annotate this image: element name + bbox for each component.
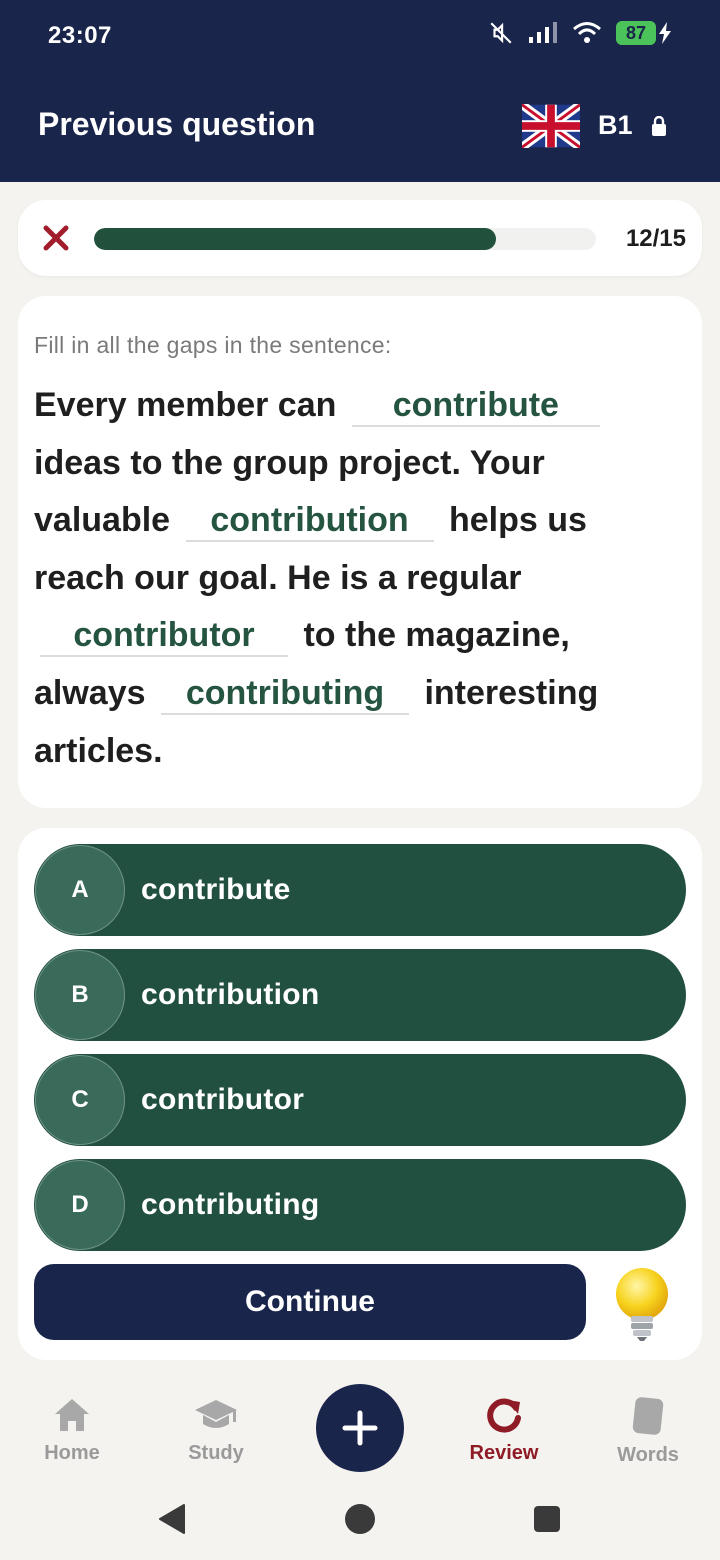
continue-row: Continue: [34, 1264, 686, 1344]
nav-label: Words: [617, 1444, 679, 1466]
question-counter: 12/15: [625, 225, 686, 252]
wifi-icon: [573, 22, 601, 43]
uk-flag-icon[interactable]: [522, 104, 580, 148]
header: 23:07 87 Previous question B1: [0, 0, 720, 182]
gap-4[interactable]: contributing: [160, 673, 409, 715]
level-badge[interactable]: B1: [598, 110, 633, 141]
option-letter: A: [35, 845, 125, 935]
options-card: A contribute B contribution C contributo…: [18, 828, 702, 1360]
charging-icon: [659, 22, 671, 44]
option-a[interactable]: A contribute: [34, 844, 686, 936]
signal-icon: [529, 22, 557, 43]
lightbulb-hint-icon[interactable]: [612, 1266, 672, 1342]
gap-1[interactable]: contribute: [351, 385, 600, 427]
progress-card: 12/15: [18, 200, 702, 276]
home-circle-icon[interactable]: [343, 1502, 377, 1536]
close-icon[interactable]: [42, 224, 70, 252]
nav-home[interactable]: Home: [12, 1396, 132, 1465]
nav-study[interactable]: Study: [156, 1396, 276, 1465]
gap-2[interactable]: contribution: [185, 500, 434, 543]
continue-button[interactable]: Continue: [34, 1264, 586, 1340]
plus-icon: [342, 1410, 378, 1446]
mute-icon: [490, 22, 512, 44]
recents-icon[interactable]: [532, 1504, 562, 1534]
option-label: contribution: [141, 978, 320, 1011]
option-label: contribute: [141, 873, 291, 906]
page-title: Previous question: [38, 106, 316, 142]
back-icon[interactable]: [156, 1502, 190, 1536]
home-icon: [55, 1399, 89, 1431]
system-nav-bar: [0, 1482, 720, 1560]
sentence: Every member can contribute ideas to the…: [34, 377, 686, 780]
nav-label: Study: [188, 1442, 244, 1464]
option-letter: D: [35, 1160, 125, 1250]
question-card: Fill in all the gaps in the sentence: Ev…: [18, 296, 702, 808]
nav-review[interactable]: Review: [444, 1396, 564, 1465]
gap-3[interactable]: contributor: [40, 615, 288, 658]
option-c[interactable]: C contributor: [34, 1054, 686, 1146]
refresh-icon: [487, 1398, 521, 1433]
option-label: contributing: [141, 1188, 320, 1221]
sentence-segment: Every member can: [34, 386, 337, 424]
status-time: 23:07: [48, 22, 112, 49]
graduation-cap-icon: [195, 1400, 237, 1428]
add-button[interactable]: [316, 1384, 404, 1472]
progress-bar-fill: [94, 228, 496, 250]
option-d[interactable]: D contributing: [34, 1159, 686, 1251]
nav-label: Review: [469, 1442, 539, 1464]
option-letter: B: [35, 950, 125, 1040]
lock-icon: [652, 116, 666, 136]
option-b[interactable]: B contribution: [34, 949, 686, 1041]
nav-label: Home: [44, 1442, 100, 1464]
app-screen: 23:07 87 Previous question B1 12/15 Fill…: [0, 0, 720, 1560]
bottom-nav: Home Study Review Words: [0, 1372, 720, 1482]
status-icons: 87: [488, 20, 672, 46]
cards-icon: [632, 1397, 664, 1435]
progress-bar: [94, 228, 596, 250]
option-letter: C: [35, 1055, 125, 1145]
battery-indicator: 87: [616, 21, 656, 45]
nav-words[interactable]: Words: [588, 1396, 708, 1467]
option-label: contributor: [141, 1083, 305, 1116]
instruction-text: Fill in all the gaps in the sentence:: [34, 332, 392, 358]
